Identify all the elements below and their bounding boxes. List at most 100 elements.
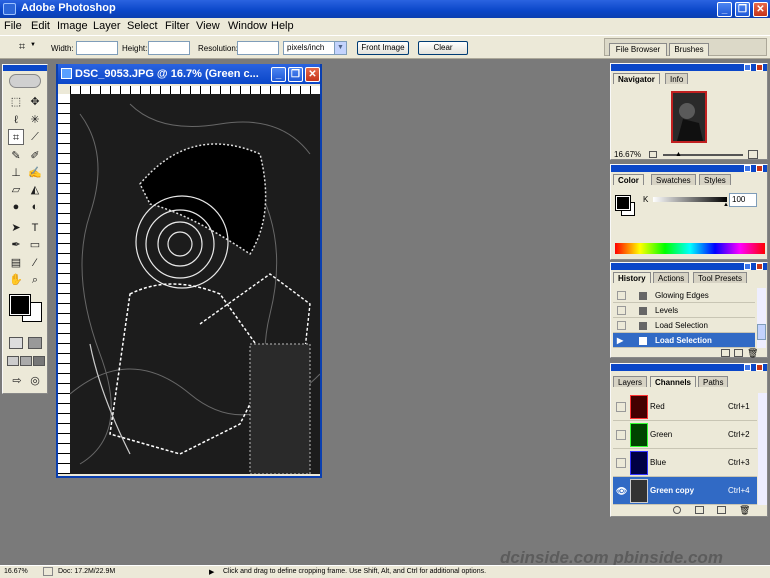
zoom-in-icon[interactable] <box>748 150 758 159</box>
panel-minimize-button[interactable] <box>744 263 751 270</box>
doc-maximize-button[interactable]: ❐ <box>288 67 303 82</box>
screen-mode-full-menu-icon[interactable] <box>20 356 32 366</box>
adobe-online-icon[interactable] <box>9 74 41 88</box>
panel-close-button[interactable] <box>756 364 763 371</box>
panel-close-button[interactable] <box>756 263 763 270</box>
menu-window[interactable]: Window <box>228 20 267 32</box>
history-scrollbar[interactable] <box>757 288 766 348</box>
tab-actions[interactable]: Actions <box>653 272 690 283</box>
magic-wand-tool-icon[interactable]: ✳ <box>27 112 43 128</box>
jump-to-imageready-icon[interactable]: ⇨ <box>9 373 25 389</box>
marquee-tool-icon[interactable]: ⬚ <box>8 94 24 110</box>
tab-color[interactable]: Color <box>613 174 644 185</box>
paint-bucket-tool-icon[interactable]: ◭ <box>27 182 43 198</box>
visibility-eye-icon[interactable] <box>616 402 626 412</box>
shape-tool-icon[interactable]: ▭ <box>27 237 43 253</box>
file-browser-tab[interactable]: File Browser <box>609 43 667 56</box>
history-brush-source-icon[interactable] <box>617 306 626 315</box>
standard-mode-icon[interactable] <box>9 337 23 349</box>
crop-tool-icon[interactable]: ⌗ <box>8 129 24 145</box>
menu-layer[interactable]: Layer <box>93 20 121 32</box>
navigator-zoom-value[interactable]: 16.67% <box>614 150 641 159</box>
trash-icon[interactable]: 🗑 <box>747 348 758 359</box>
tab-paths[interactable]: Paths <box>698 376 729 387</box>
resolution-input[interactable] <box>237 41 279 55</box>
tab-navigator[interactable]: Navigator <box>613 73 660 84</box>
hand-tool-icon[interactable]: ✋ <box>8 272 24 288</box>
channel-row-red[interactable]: Red Ctrl+1 <box>613 393 757 421</box>
menu-image[interactable]: Image <box>57 20 88 32</box>
visibility-eye-icon[interactable] <box>616 430 626 440</box>
pen-tool-icon[interactable]: ✒ <box>8 237 24 253</box>
history-item[interactable]: Load Selection <box>613 318 755 333</box>
zoom-out-icon[interactable] <box>649 151 657 158</box>
tab-swatches[interactable]: Swatches <box>651 174 696 185</box>
tab-history[interactable]: History <box>613 272 651 283</box>
clear-button[interactable]: Clear <box>418 41 468 55</box>
new-snapshot-icon[interactable] <box>721 349 730 357</box>
blur-tool-icon[interactable]: ● <box>8 199 24 215</box>
imageready-icon[interactable]: ◎ <box>27 373 43 389</box>
status-menu-arrow-icon[interactable]: ▶ <box>209 568 214 576</box>
visibility-eye-icon[interactable]: 👁 <box>616 477 627 505</box>
history-brush-source-icon[interactable] <box>617 321 626 330</box>
history-scrollbar-thumb[interactable] <box>757 324 766 340</box>
dodge-tool-icon[interactable]: ◐ <box>27 199 43 215</box>
maximize-button[interactable]: ❐ <box>735 2 750 17</box>
screen-mode-standard-icon[interactable] <box>7 356 19 366</box>
channel-row-green-copy[interactable]: 👁 Green copy Ctrl+4 <box>613 477 757 505</box>
brushes-tab[interactable]: Brushes <box>669 43 709 56</box>
tab-info[interactable]: Info <box>665 73 689 84</box>
panel-close-button[interactable] <box>756 165 763 172</box>
menu-edit[interactable]: Edit <box>31 20 50 32</box>
panel-close-button[interactable] <box>756 64 763 71</box>
type-tool-icon[interactable]: T <box>27 220 43 236</box>
new-document-icon[interactable] <box>734 349 743 357</box>
menu-view[interactable]: View <box>196 20 220 32</box>
tab-styles[interactable]: Styles <box>699 174 731 185</box>
path-selection-tool-icon[interactable]: ➤ <box>8 220 24 236</box>
zoom-slider-handle[interactable]: ▲ <box>675 151 682 158</box>
screen-mode-full-icon[interactable] <box>33 356 45 366</box>
close-button[interactable]: ✕ <box>753 2 768 17</box>
ruler-origin[interactable] <box>58 86 70 94</box>
menu-select[interactable]: Select <box>127 20 158 32</box>
width-input[interactable] <box>76 41 118 55</box>
image-canvas[interactable] <box>70 94 320 474</box>
load-channel-as-selection-icon[interactable] <box>673 506 681 514</box>
channel-row-blue[interactable]: Blue Ctrl+3 <box>613 449 757 477</box>
channel-row-green[interactable]: Green Ctrl+2 <box>613 421 757 449</box>
healing-brush-tool-icon[interactable]: ✎ <box>8 148 24 164</box>
quick-mask-mode-icon[interactable] <box>28 337 42 349</box>
brush-tool-icon[interactable]: ✐ <box>27 148 43 164</box>
vertical-ruler[interactable] <box>58 94 70 474</box>
menu-file[interactable]: File <box>4 20 22 32</box>
color-foreground-swatch[interactable] <box>615 195 631 211</box>
slice-tool-icon[interactable]: ⟋ <box>27 129 43 145</box>
history-brush-tool-icon[interactable]: ✍ <box>27 165 43 181</box>
move-tool-icon[interactable]: ✥ <box>27 94 43 110</box>
height-input[interactable] <box>148 41 190 55</box>
menu-filter[interactable]: Filter <box>165 20 189 32</box>
front-image-button[interactable]: Front Image <box>357 41 409 55</box>
color-ramp[interactable] <box>615 243 765 254</box>
crop-tool-preset-icon[interactable]: ⌗ <box>14 39 30 55</box>
tab-layers[interactable]: Layers <box>613 376 648 387</box>
history-item[interactable]: Levels <box>613 303 755 318</box>
panel-minimize-button[interactable] <box>744 364 751 371</box>
zoom-tool-icon[interactable]: ⌕ <box>27 272 43 288</box>
horizontal-ruler[interactable] <box>70 86 320 94</box>
minimize-button[interactable]: _ <box>717 2 732 17</box>
eraser-tool-icon[interactable]: ▱ <box>8 182 24 198</box>
status-zoom[interactable]: 16.67% <box>4 568 28 575</box>
k-value-input[interactable]: 100 <box>729 193 757 207</box>
eyedropper-tool-icon[interactable]: ⁄ <box>27 255 43 271</box>
preset-dropdown-arrow-icon[interactable]: ▼ <box>30 42 36 48</box>
resolution-units-select[interactable]: pixels/inch ▼ <box>283 41 347 55</box>
history-brush-source-icon[interactable] <box>617 291 626 300</box>
tab-channels[interactable]: Channels <box>650 376 697 387</box>
foreground-color-swatch[interactable] <box>9 294 31 316</box>
navigator-thumbnail[interactable] <box>671 91 707 143</box>
panel-minimize-button[interactable] <box>744 64 751 71</box>
history-state-slider-icon[interactable]: ▶ <box>617 333 623 348</box>
